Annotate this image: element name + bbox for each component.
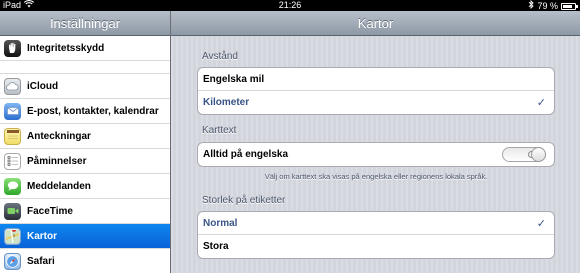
sidebar-item-reminders[interactable]: Påminnelser	[0, 149, 170, 174]
english-labels-row: Alltid på engelska	[198, 143, 554, 166]
battery-icon	[561, 3, 578, 10]
sidebar-item-maps[interactable]: Kartor	[0, 224, 170, 249]
compass-icon	[4, 252, 21, 270]
sidebar-item-label: iCloud	[27, 80, 59, 92]
option-label: Stora	[203, 241, 229, 252]
sidebar-item-privacy[interactable]: Integritetsskydd	[0, 36, 170, 61]
sidebar-item-messages[interactable]: Meddelanden	[0, 174, 170, 199]
reminders-icon	[4, 152, 21, 170]
map-labels-group: Alltid på engelska	[197, 142, 555, 167]
distance-group: Engelska mil Kilometer ✓	[197, 67, 555, 115]
sidebar-item-label: E-post, kontakter, kalendrar	[27, 105, 159, 117]
notes-icon	[4, 127, 21, 145]
sidebar-item-label: Påminnelser	[27, 155, 87, 167]
sidebar-item-label: Meddelanden	[27, 180, 91, 192]
settings-sidebar: Inställningar Integritetsskydd iCloud E-…	[0, 11, 171, 273]
english-labels-toggle[interactable]	[502, 147, 546, 162]
section-divider	[0, 61, 170, 74]
page-title: Kartor	[171, 11, 580, 36]
map-labels-footnote: Välj om karttext ska visas på engelska e…	[264, 172, 488, 181]
sidebar-item-mail-contacts-calendars[interactable]: E-post, kontakter, kalendrar	[0, 99, 170, 124]
sidebar-title: Inställningar	[0, 11, 170, 36]
sidebar-item-facetime[interactable]: FaceTime	[0, 199, 170, 224]
sidebar-item-icloud[interactable]: iCloud	[0, 74, 170, 99]
label-size-group: Normal ✓ Stora	[197, 211, 555, 259]
option-label: Kilometer	[203, 97, 250, 108]
option-kilometers[interactable]: Kilometer ✓	[198, 91, 554, 114]
checkmark-icon: ✓	[536, 217, 546, 230]
sidebar-item-label: Safari	[27, 255, 55, 267]
option-miles[interactable]: Engelska mil	[198, 68, 554, 91]
status-time: 21:26	[278, 0, 302, 10]
hand-icon	[4, 39, 21, 57]
toggle-knob	[531, 147, 546, 162]
battery-percent: 79 %	[537, 0, 558, 11]
sidebar-item-safari[interactable]: Safari	[0, 249, 170, 273]
section-title-map-labels: Karttext	[202, 125, 237, 136]
option-label: Engelska mil	[203, 73, 265, 85]
sidebar-item-label: Kartor	[27, 230, 58, 242]
sidebar-item-label: FaceTime	[27, 205, 73, 217]
maps-icon	[4, 227, 21, 245]
section-title-label-size: Storlek på etiketter	[202, 195, 286, 206]
mail-icon	[4, 102, 21, 120]
option-label: Normal	[203, 217, 238, 229]
option-normal[interactable]: Normal ✓	[198, 212, 554, 235]
option-large[interactable]: Stora	[198, 235, 554, 258]
cloud-icon	[4, 77, 21, 95]
sidebar-item-label: Anteckningar	[27, 130, 91, 142]
messages-icon	[4, 177, 21, 195]
sidebar-item-notes[interactable]: Anteckningar	[0, 124, 170, 149]
status-bar: iPad 21:26 79 %	[0, 0, 580, 11]
sidebar-item-label: Integritetsskydd	[27, 42, 105, 54]
maps-settings-panel: Kartor Avstånd Engelska mil Kilometer ✓ …	[171, 11, 580, 273]
toggle-label: Alltid på engelska	[203, 149, 289, 160]
facetime-icon	[4, 202, 21, 220]
section-title-distance: Avstånd	[202, 51, 238, 62]
checkmark-icon: ✓	[536, 97, 546, 109]
